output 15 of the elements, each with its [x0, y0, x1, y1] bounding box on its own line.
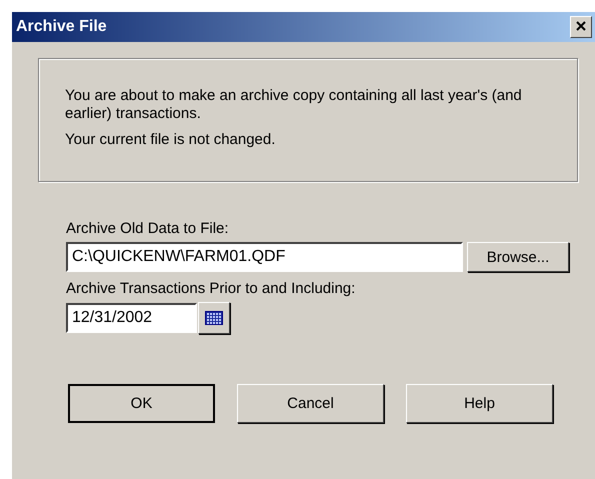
field-label: Archive Transactions Prior to and Including: [66, 280, 356, 298]
close-icon [576, 21, 586, 31]
close-button[interactable] [570, 16, 592, 38]
info-text: You are about to make an archive copy containing all last year's (and earlier) transactions. [65, 87, 523, 123]
window-title: Archive File [16, 18, 107, 36]
calendar-icon [205, 311, 223, 325]
dialog-button[interactable]: Cancel [237, 384, 384, 423]
calendar-button[interactable] [198, 302, 230, 334]
file-path-field[interactable]: C:\QUICKENW\FARM01.QDF [66, 242, 463, 272]
browse-button[interactable]: Browse... [467, 242, 569, 272]
dialog-button[interactable]: Help [406, 384, 553, 423]
info-text: Your current file is not changed. [65, 131, 276, 149]
dialog-button[interactable]: OK [68, 384, 215, 423]
field-label: Archive Old Data to File: [66, 220, 229, 238]
date-field[interactable]: 12/31/2002 [66, 303, 197, 333]
